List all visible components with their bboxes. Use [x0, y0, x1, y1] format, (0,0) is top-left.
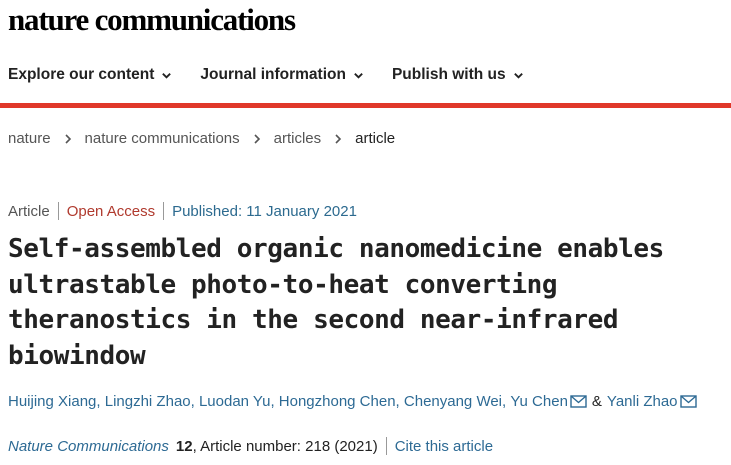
breadcrumb: nature nature communications articles ar…: [8, 130, 395, 147]
meta-divider: [57, 202, 59, 220]
author-link[interactable]: Huijing Xiang,: [8, 393, 101, 410]
meta-divider: [163, 202, 165, 220]
main-nav: Explore our content Journal information …: [8, 66, 524, 84]
chevron-down-icon: [354, 72, 363, 79]
nav-divider: [0, 103, 731, 108]
chevron-right-icon: [254, 133, 260, 144]
mail-icon[interactable]: [570, 395, 587, 408]
cite-this-article-link[interactable]: Cite this article: [395, 438, 493, 455]
breadcrumb-articles[interactable]: articles: [274, 130, 322, 147]
mail-icon[interactable]: [679, 395, 697, 408]
author-link[interactable]: Yu Chen: [510, 393, 568, 410]
chevron-right-icon: [64, 133, 71, 144]
article-number: , Article number: 218 (2021): [192, 437, 378, 455]
author-list: Huijing Xiang, Lingzhi Zhao, Luodan Yu, …: [8, 393, 697, 410]
breadcrumb-nature-communications[interactable]: nature communications: [85, 130, 240, 147]
breadcrumb-nature[interactable]: nature: [8, 130, 51, 147]
author-link[interactable]: Lingzhi Zhao,: [105, 393, 195, 410]
author-link[interactable]: Hongzhong Chen,: [279, 393, 400, 410]
published-date: Published: 11 January 2021: [172, 202, 357, 220]
author-link[interactable]: Chenyang Wei,: [404, 393, 506, 410]
meta-divider: [385, 437, 387, 455]
breadcrumb-article: article: [355, 130, 396, 147]
author-link[interactable]: Luodan Yu,: [199, 393, 275, 410]
article-type: Article: [8, 202, 50, 220]
chevron-right-icon: [335, 133, 342, 144]
chevron-down-icon: [162, 72, 172, 79]
nav-label: Journal information: [200, 66, 346, 83]
nav-label: Explore our content: [8, 66, 155, 83]
chevron-down-icon: [513, 72, 523, 79]
nav-journal-information[interactable]: Journal information: [200, 66, 364, 84]
journal-logo[interactable]: nature communications: [8, 2, 296, 38]
nav-publish-with-us[interactable]: Publish with us: [392, 66, 524, 84]
nav-label: Publish with us: [391, 66, 506, 83]
nav-explore-content[interactable]: Explore our content: [8, 66, 172, 84]
article-title: Self-assembled organic nanomedicine enab…: [8, 234, 664, 371]
citation-line: Nature Communications 12 , Article numbe…: [8, 437, 493, 455]
volume-number: 12: [175, 437, 193, 455]
journal-name-link[interactable]: Nature Communications: [8, 438, 169, 455]
article-meta: Article Open Access Published: 11 Januar…: [8, 202, 357, 220]
author-ampersand: &: [591, 393, 602, 410]
open-access-badge: Open Access: [66, 202, 156, 220]
author-link[interactable]: Yanli Zhao: [607, 393, 678, 410]
